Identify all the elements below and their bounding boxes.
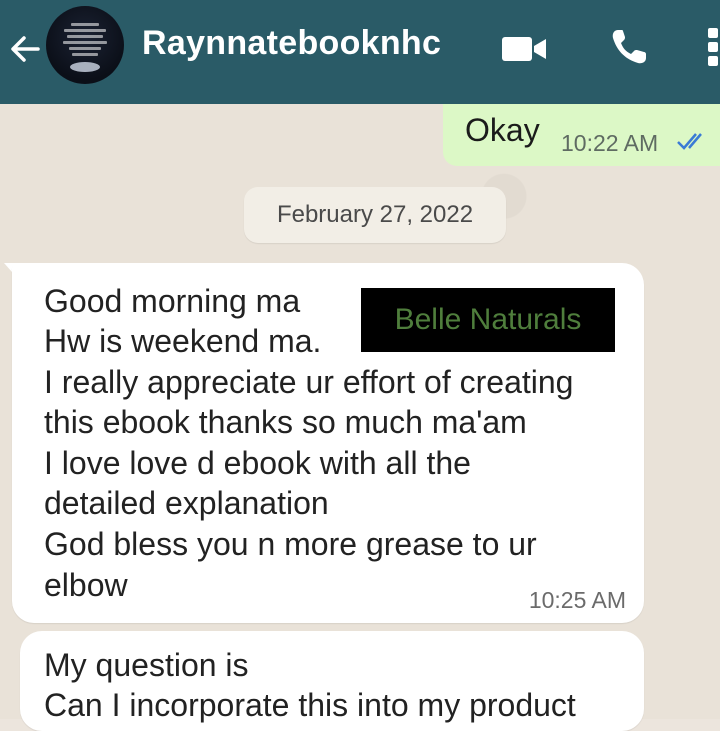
message-line: elbow [44,567,128,603]
outgoing-message[interactable]: Okay 10:22 AM [443,104,720,166]
contact-name[interactable]: Raynnatebooknhc [142,24,441,63]
video-call-icon[interactable] [500,31,548,65]
back-arrow-icon[interactable] [6,30,44,68]
message-line: Good morning ma [44,283,301,319]
message-line: detailed explanation [44,485,329,521]
message-line: I love love d ebook with all the [44,445,471,481]
more-options-icon[interactable] [708,28,720,72]
message-line: God bless you n more grease to ur [44,526,537,562]
message-line: this ebook thanks so much ma'am [44,404,527,440]
message-line: My question is [44,647,249,683]
phone-icon[interactable] [608,26,650,68]
date-separator: February 27, 2022 [244,187,506,243]
message-time: 10:25 AM [528,587,626,613]
message-time: 10:22 AM [561,130,659,156]
message-line: I really appreciate ur effort of creatin… [44,364,574,400]
message-line: Hw is weekend ma. [44,323,322,359]
incoming-message[interactable]: My question is Can I incorporate this in… [20,631,644,731]
contact-avatar[interactable] [46,6,124,84]
read-receipt-icon [677,133,702,150]
message-line: Can I incorporate this into my product [44,687,576,723]
watermark-label: Belle Naturals [361,288,615,352]
chat-header: Raynnatebooknhc [0,0,720,104]
message-text: Okay [465,112,540,148]
